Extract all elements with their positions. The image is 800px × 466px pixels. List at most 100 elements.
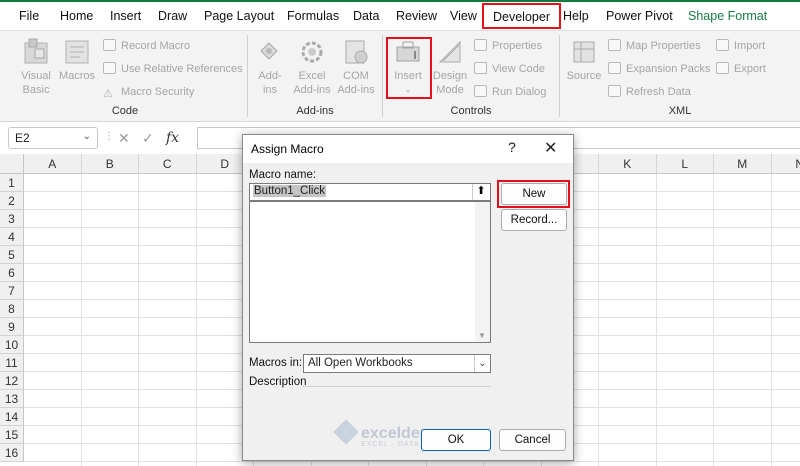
row-header-14[interactable]: 14 — [0, 408, 24, 426]
macros-button[interactable]: Macros — [58, 37, 96, 83]
tab-data[interactable]: Data — [353, 9, 379, 23]
view-code-button[interactable]: View Code — [474, 62, 545, 76]
select-all-corner[interactable] — [0, 154, 24, 174]
map-properties-label: Map Properties — [626, 40, 701, 52]
export-button[interactable]: Export — [716, 62, 766, 76]
macro-name-input[interactable]: Button1_Click — [249, 183, 491, 201]
addins-icon — [260, 42, 278, 60]
import-button[interactable]: Import — [716, 39, 765, 53]
new-button[interactable]: New — [501, 183, 567, 205]
expansion-packs-button[interactable]: Expansion Packs — [608, 62, 710, 76]
column-header-b[interactable]: B — [81, 154, 139, 174]
scroll-down-icon[interactable]: ▼ — [478, 331, 486, 340]
row-header-16[interactable]: 16 — [0, 444, 24, 462]
group-label-xml: XML — [668, 105, 692, 117]
tab-developer[interactable]: Developer — [482, 3, 561, 29]
close-icon[interactable]: ✕ — [544, 138, 557, 158]
column-header-c[interactable]: C — [139, 154, 197, 174]
column-header-a[interactable]: A — [24, 154, 82, 174]
ribbon-tabs: File Home Insert Draw Page Layout Formul… — [0, 0, 800, 30]
cancel-icon[interactable]: ✕ — [118, 130, 130, 147]
map-properties-button[interactable]: Map Properties — [608, 39, 701, 53]
record-macro-label: Record Macro — [121, 40, 191, 52]
com-addins-label-1: COM — [343, 70, 369, 82]
com-addins-icon — [345, 40, 368, 64]
row-header-15[interactable]: 15 — [0, 426, 24, 444]
tab-formulas[interactable]: Formulas — [287, 9, 339, 23]
properties-label: Properties — [492, 40, 543, 52]
use-relative-references-button[interactable]: Use Relative References — [103, 62, 243, 76]
view-code-icon — [474, 62, 487, 74]
grid-column-line — [195, 174, 197, 466]
tab-insert[interactable]: Insert — [110, 9, 141, 23]
macro-list-scrollbar[interactable]: ▼ — [475, 202, 490, 342]
use-relative-label: Use Relative References — [121, 63, 243, 75]
tab-help[interactable]: Help — [563, 9, 589, 23]
tab-page-layout[interactable]: Page Layout — [204, 9, 274, 23]
design-mode-button[interactable]: Design Mode — [432, 37, 468, 97]
column-header-m[interactable]: M — [714, 154, 772, 174]
view-code-label: View Code — [492, 63, 545, 75]
insert-highlight-box — [386, 37, 432, 99]
source-icon — [573, 41, 595, 63]
row-header-2[interactable]: 2 — [0, 192, 24, 210]
grid-column-line — [598, 174, 599, 466]
macro-list[interactable]: ▼ — [249, 201, 491, 343]
addins-button[interactable]: Add- ins — [252, 37, 288, 97]
row-header-6[interactable]: 6 — [0, 264, 24, 282]
grid-column-line — [655, 174, 657, 466]
export-icon — [716, 62, 729, 74]
addins-label-2: ins — [262, 84, 278, 96]
upload-arrow-icon[interactable]: ⬆ — [472, 184, 489, 200]
chevron-down-icon: ⌄ — [82, 131, 91, 142]
excel-addins-label-2: Add-ins — [293, 84, 331, 96]
map-properties-icon — [608, 39, 621, 51]
run-dialog-icon — [474, 85, 487, 97]
macros-in-select[interactable]: All Open Workbooks ⌄ — [303, 354, 491, 373]
refresh-data-button[interactable]: Refresh Data — [608, 85, 691, 99]
record-macro-button[interactable]: Record Macro — [103, 39, 190, 53]
column-header-n[interactable]: N — [771, 154, 800, 174]
row-header-7[interactable]: 7 — [0, 282, 24, 300]
enter-check-icon[interactable]: ✓ — [142, 130, 154, 147]
ribbon: Visual Basic Macros Record Macro Use Rel… — [0, 30, 800, 122]
run-dialog-button[interactable]: Run Dialog — [474, 85, 546, 99]
row-header-10[interactable]: 10 — [0, 336, 24, 354]
name-box[interactable]: E2 ⌄ — [8, 127, 98, 149]
run-dialog-label: Run Dialog — [492, 86, 547, 98]
tab-file[interactable]: File — [19, 9, 39, 23]
visual-basic-icon — [24, 38, 48, 64]
record-button[interactable]: Record... — [501, 209, 567, 231]
exceldemy-logo — [333, 419, 359, 445]
row-header-13[interactable]: 13 — [0, 390, 24, 408]
row-header-11[interactable]: 11 — [0, 354, 24, 372]
tab-power-pivot[interactable]: Power Pivot — [606, 9, 673, 23]
insert-function-icon[interactable]: fx — [166, 130, 179, 146]
visual-basic-label-2: Basic — [22, 84, 50, 96]
tab-view[interactable]: View — [450, 9, 477, 23]
tab-review[interactable]: Review — [396, 9, 437, 23]
help-icon[interactable]: ? — [508, 139, 516, 155]
refresh-icon — [608, 85, 621, 97]
tab-home[interactable]: Home — [60, 9, 93, 23]
tab-draw[interactable]: Draw — [158, 9, 187, 23]
row-header-8[interactable]: 8 — [0, 300, 24, 318]
properties-button[interactable]: Properties — [474, 39, 542, 53]
tab-shape-format[interactable]: Shape Format — [688, 9, 767, 23]
row-header-4[interactable]: 4 — [0, 228, 24, 246]
column-header-l[interactable]: L — [656, 154, 714, 174]
row-header-3[interactable]: 3 — [0, 210, 24, 228]
cancel-button[interactable]: Cancel — [499, 429, 566, 451]
source-button[interactable]: Source — [564, 37, 604, 83]
macros-label: Macros — [58, 70, 96, 82]
excel-addins-button[interactable]: Excel Add-ins — [290, 37, 334, 97]
macro-security-button[interactable]: ⚠ Macro Security — [103, 85, 194, 100]
visual-basic-button[interactable]: Visual Basic — [16, 37, 56, 97]
row-header-12[interactable]: 12 — [0, 372, 24, 390]
column-header-k[interactable]: K — [599, 154, 657, 174]
row-header-9[interactable]: 9 — [0, 318, 24, 336]
ok-button[interactable]: OK — [421, 429, 491, 451]
com-addins-button[interactable]: COM Add-ins — [334, 37, 378, 97]
row-header-5[interactable]: 5 — [0, 246, 24, 264]
row-header-1[interactable]: 1 — [0, 174, 24, 192]
